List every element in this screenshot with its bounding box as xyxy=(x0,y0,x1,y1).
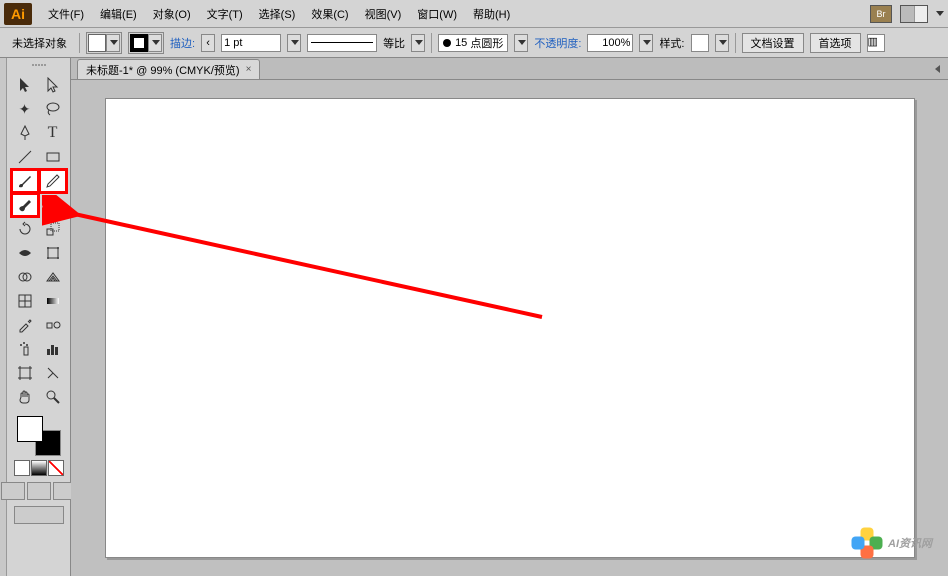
document-tab-strip: 未标题-1* @ 99% (CMYK/预览) × xyxy=(71,58,948,80)
column-graph-tool[interactable] xyxy=(40,338,66,360)
brush-size: 15 xyxy=(455,37,467,49)
eyedropper-tool[interactable] xyxy=(12,314,38,336)
perspective-grid-tool[interactable] xyxy=(40,266,66,288)
stroke-dropdown[interactable] xyxy=(287,34,301,52)
tools-panel: ✦ T xyxy=(7,58,71,576)
brush-definition[interactable]: 15 点圆形 xyxy=(438,34,508,52)
width-tool[interactable] xyxy=(12,242,38,264)
canvas-viewport[interactable] xyxy=(71,80,948,576)
rectangle-tool[interactable] xyxy=(40,146,66,168)
menu-select[interactable]: 选择(S) xyxy=(251,2,304,26)
document-setup-button[interactable]: 文档设置 xyxy=(742,33,804,53)
watermark: AI资讯网 xyxy=(852,528,932,558)
watermark-text: AI资讯网 xyxy=(888,535,932,551)
scale-tool[interactable] xyxy=(40,218,66,240)
menu-window[interactable]: 窗口(W) xyxy=(409,2,465,26)
opacity-field[interactable] xyxy=(587,34,633,52)
blend-tool[interactable] xyxy=(40,314,66,336)
watermark-flower-icon xyxy=(852,528,882,558)
hand-tool[interactable] xyxy=(12,386,38,408)
menu-effect[interactable]: 效果(C) xyxy=(303,2,356,26)
stroke-stepper-down[interactable]: ‹ xyxy=(201,34,215,52)
selection-status: 未选择对象 xyxy=(6,33,73,53)
document-area: 未标题-1* @ 99% (CMYK/预览) × xyxy=(71,58,948,576)
menu-file[interactable]: 文件(F) xyxy=(40,2,92,26)
gradient-tool[interactable] xyxy=(40,290,66,312)
draw-normal-button[interactable] xyxy=(1,482,25,500)
bridge-button[interactable]: Br xyxy=(870,5,892,23)
menu-help[interactable]: 帮助(H) xyxy=(465,2,518,26)
fill-none-button[interactable] xyxy=(48,460,64,476)
stroke-swatch[interactable] xyxy=(128,32,164,54)
opacity-dropdown[interactable] xyxy=(639,34,653,52)
menu-bar: Ai 文件(F) 编辑(E) 对象(O) 文字(T) 选择(S) 效果(C) 视… xyxy=(0,0,948,28)
style-dropdown[interactable] xyxy=(715,34,729,52)
eraser-tool[interactable] xyxy=(40,194,66,216)
menu-text[interactable]: 文字(T) xyxy=(199,2,251,26)
symbol-sprayer-tool[interactable] xyxy=(12,338,38,360)
fill-color-button[interactable] xyxy=(14,460,30,476)
panel-grip[interactable] xyxy=(21,64,57,70)
artboard[interactable] xyxy=(105,98,915,558)
collapse-panels-icon[interactable] xyxy=(930,62,944,76)
fill-swatch[interactable] xyxy=(86,32,122,54)
document-tab[interactable]: 未标题-1* @ 99% (CMYK/预览) × xyxy=(77,59,260,79)
brush-dot-icon xyxy=(443,39,451,47)
menu-edit[interactable]: 编辑(E) xyxy=(92,2,145,26)
style-label: 样式: xyxy=(659,35,684,51)
lasso-tool[interactable] xyxy=(40,98,66,120)
fill-mode-row xyxy=(14,460,64,476)
stroke-weight-field[interactable]: 1 pt xyxy=(221,34,281,52)
blob-brush-tool[interactable] xyxy=(12,194,38,216)
stroke-label: 描边: xyxy=(170,35,195,51)
type-tool[interactable]: T xyxy=(40,122,66,144)
variable-width-profile[interactable] xyxy=(307,34,377,52)
opacity-label: 不透明度: xyxy=(534,35,581,51)
fill-stroke-swatches[interactable] xyxy=(17,416,61,456)
artboard-tool[interactable] xyxy=(12,362,38,384)
uniform-label: 等比 xyxy=(383,35,405,51)
brush-dropdown[interactable] xyxy=(514,34,528,52)
paintbrush-tool[interactable] xyxy=(12,170,38,192)
slice-tool[interactable] xyxy=(40,362,66,384)
magic-wand-tool[interactable]: ✦ xyxy=(12,98,38,120)
preferences-button[interactable]: 首选项 xyxy=(810,33,861,53)
brush-name: 点圆形 xyxy=(470,35,503,51)
pencil-tool[interactable] xyxy=(40,170,66,192)
screen-mode-row xyxy=(14,506,64,524)
draw-mode-row xyxy=(1,482,77,500)
graphic-style-swatch[interactable] xyxy=(691,34,709,52)
menu-view[interactable]: 视图(V) xyxy=(357,2,410,26)
dropdown-icon xyxy=(936,11,944,16)
mesh-tool[interactable] xyxy=(12,290,38,312)
arrange-documents-button[interactable] xyxy=(900,5,928,23)
screen-mode-button[interactable] xyxy=(14,506,64,524)
zoom-tool[interactable] xyxy=(40,386,66,408)
menu-object[interactable]: 对象(O) xyxy=(145,2,199,26)
rotate-tool[interactable] xyxy=(12,218,38,240)
align-panel-button[interactable]: ▥ xyxy=(867,34,885,52)
profile-dropdown[interactable] xyxy=(411,34,425,52)
tab-close-icon[interactable]: × xyxy=(246,64,252,75)
shape-builder-tool[interactable] xyxy=(12,266,38,288)
free-transform-tool[interactable] xyxy=(40,242,66,264)
control-bar: 未选择对象 描边: ‹ 1 pt 等比 15 点圆形 不透明度: 样式: 文档设… xyxy=(0,28,948,58)
tab-title: 未标题-1* @ 99% (CMYK/预览) xyxy=(86,62,240,78)
app-logo: Ai xyxy=(4,3,32,25)
fill-gradient-button[interactable] xyxy=(31,460,47,476)
workspace: ✦ T 未标题-1* @ 99% (CMYK/预览) xyxy=(0,58,948,576)
line-segment-tool[interactable] xyxy=(12,146,38,168)
selection-tool[interactable] xyxy=(12,74,38,96)
direct-selection-tool[interactable] xyxy=(40,74,66,96)
pen-tool[interactable] xyxy=(12,122,38,144)
draw-behind-button[interactable] xyxy=(27,482,51,500)
